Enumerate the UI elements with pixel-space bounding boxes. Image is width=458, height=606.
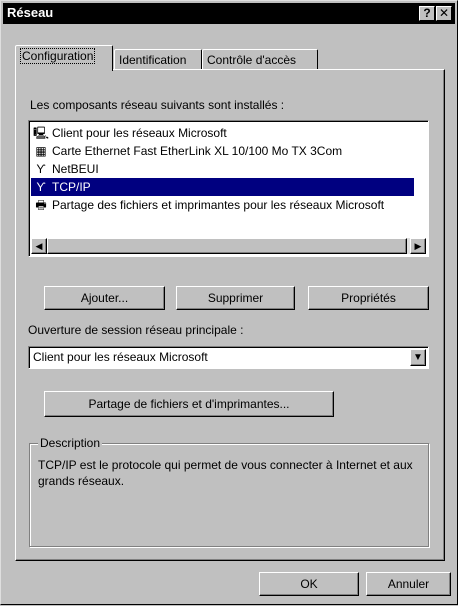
cancel-button[interactable]: Annuler	[366, 572, 451, 596]
tab-access-control[interactable]: Contrôle d'accès	[202, 49, 318, 71]
scroll-thumb[interactable]	[47, 238, 407, 254]
add-button-label: Ajouter...	[80, 291, 129, 305]
properties-button[interactable]: Propriétés	[308, 286, 429, 310]
remove-button-label: Supprimer	[207, 291, 264, 305]
help-button[interactable]: ?	[419, 6, 435, 21]
tab-label: Contrôle d'accès	[207, 53, 297, 67]
list-item-label: Partage des fichiers et imprimantes pour…	[52, 198, 385, 212]
remove-button[interactable]: Supprimer	[176, 286, 295, 310]
properties-button-label: Propriétés	[341, 291, 396, 305]
tab-identification[interactable]: Identification	[114, 49, 202, 71]
list-item-label: NetBEUI	[52, 162, 99, 176]
close-button[interactable]: ✕	[436, 6, 452, 21]
description-text: TCP/IP est le protocole qui permet de vo…	[38, 458, 413, 488]
list-item-selected[interactable]: ϒ TCP/IP	[31, 178, 414, 196]
add-button[interactable]: Ajouter...	[44, 286, 165, 310]
list-item-label: TCP/IP	[52, 180, 91, 194]
logon-label: Ouverture de session réseau principale :	[28, 323, 244, 337]
scroll-left-arrow-icon[interactable]: ◀	[31, 238, 47, 254]
list-item[interactable]: 🖶 Partage des fichiers et imprimantes pou…	[31, 196, 426, 214]
description-label: Description	[38, 436, 103, 450]
list-item[interactable]: 🖳 Client pour les réseaux Microsoft	[31, 124, 414, 142]
components-label: Les composants réseau suivants sont inst…	[30, 98, 285, 112]
sharing-button-label: Partage de fichiers et d'imprimantes...	[88, 397, 290, 411]
ok-button[interactable]: OK	[259, 572, 359, 596]
tab-label: Configuration	[20, 48, 96, 64]
cancel-button-label: Annuler	[387, 577, 430, 591]
horizontal-scrollbar[interactable]: ◀ ▶	[31, 238, 426, 254]
chevron-down-icon[interactable]: ▼	[410, 349, 426, 366]
list-item-label: Client pour les réseaux Microsoft	[52, 126, 227, 140]
window-title: Réseau	[7, 5, 54, 20]
tab-label: Identification	[119, 53, 187, 67]
list-item-label: Carte Ethernet Fast EtherLink XL 10/100 …	[52, 144, 343, 158]
scroll-right-arrow-icon[interactable]: ▶	[410, 238, 426, 254]
list-item[interactable]: ϒ NetBEUI	[31, 160, 414, 178]
ok-button-label: OK	[300, 577, 318, 591]
client-icon: 🖳	[33, 126, 50, 140]
protocol-icon: ϒ	[36, 162, 46, 176]
protocol-icon: ϒ	[36, 180, 46, 194]
tab-configuration[interactable]: Configuration	[15, 45, 113, 71]
service-icon: 🖶	[35, 198, 47, 212]
file-printer-sharing-button[interactable]: Partage de fichiers et d'imprimantes...	[44, 391, 334, 417]
list-item[interactable]: ▦ Carte Ethernet Fast EtherLink XL 10/100…	[31, 142, 414, 160]
logon-select[interactable]: Client pour les réseaux Microsoft ▼	[28, 346, 429, 369]
network-card-icon: ▦	[35, 144, 47, 158]
network-dialog: Réseau ? ✕ Configuration Identification …	[0, 0, 458, 605]
logon-select-value: Client pour les réseaux Microsoft	[33, 350, 208, 364]
title-bar: Réseau ? ✕	[3, 3, 455, 24]
components-list[interactable]: 🖳 Client pour les réseaux Microsoft ▦ Cart…	[28, 120, 429, 257]
